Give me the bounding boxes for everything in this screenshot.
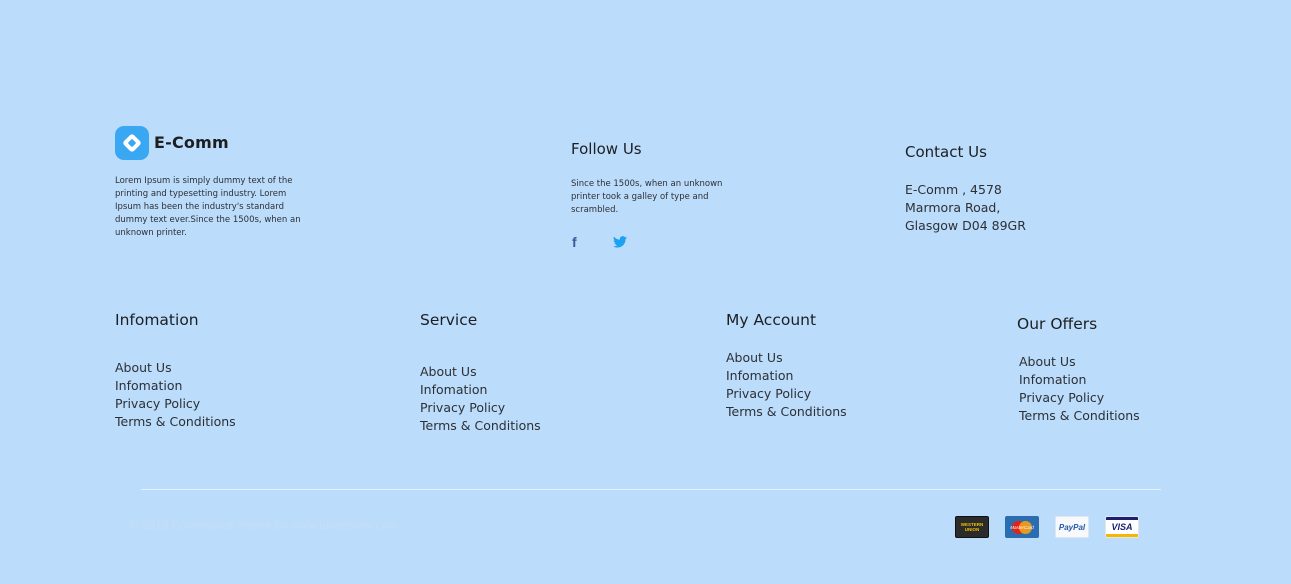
column-title-infomation: Infomation — [115, 311, 199, 329]
footer-link[interactable]: Infomation — [1019, 372, 1086, 387]
visa-label: VISA — [1111, 522, 1133, 532]
follow-us-text: Since the 1500s, when an unknown printer… — [571, 179, 723, 215]
footer-link[interactable]: Privacy Policy — [1019, 390, 1104, 405]
footer-link[interactable]: Terms & Conditions — [1019, 408, 1140, 423]
contact-line: E-Comm , 4578 — [905, 182, 1002, 197]
facebook-icon[interactable]: f — [572, 234, 577, 250]
contact-line: Glasgow D04 89GR — [905, 218, 1026, 233]
column-title-my-account: My Account — [726, 311, 817, 329]
mastercard-icon: MasterCard — [1005, 516, 1039, 538]
contact-us-title: Contact Us — [905, 143, 987, 161]
follow-us-title: Follow Us — [571, 140, 642, 158]
footer-link[interactable]: About Us — [726, 350, 783, 365]
paypal-label: PayPal — [1058, 522, 1086, 532]
column-title-service: Service — [420, 311, 478, 329]
footer-link[interactable]: Terms & Conditions — [726, 404, 847, 419]
footer-link[interactable]: Infomation — [726, 368, 793, 383]
footer-link[interactable]: Privacy Policy — [115, 396, 200, 411]
footer-link[interactable]: Terms & Conditions — [420, 418, 541, 433]
brand-description: Lorem Ipsum is simply dummy text of the … — [115, 176, 301, 238]
footer-link[interactable]: About Us — [115, 360, 172, 375]
western-union-icon: WESTERN UNION — [955, 516, 989, 538]
footer-link[interactable]: Infomation — [115, 378, 182, 393]
footer-link[interactable]: About Us — [420, 364, 477, 379]
twitter-icon[interactable] — [613, 236, 627, 248]
footer-link[interactable]: Privacy Policy — [420, 400, 505, 415]
footer-link[interactable]: Privacy Policy — [726, 386, 811, 401]
column-title-our-offers: Our Offers — [1017, 315, 1098, 333]
paypal-icon: PayPal — [1055, 516, 1089, 538]
mastercard-label: MasterCard — [1010, 524, 1034, 530]
footer-link[interactable]: About Us — [1019, 354, 1076, 369]
footer-link[interactable]: Terms & Conditions — [115, 414, 236, 429]
copyright-text: © 2018 Ecommerce theme by www.bisenbaev.… — [128, 520, 398, 532]
logo-icon[interactable] — [115, 126, 149, 160]
footer-link[interactable]: Infomation — [420, 382, 487, 397]
footer-divider — [141, 489, 1161, 490]
contact-line: Marmora Road, — [905, 200, 1001, 215]
western-union-label: WESTERN UNION — [960, 522, 984, 532]
brand-name: E-Comm — [154, 133, 229, 152]
visa-icon: VISA — [1105, 516, 1139, 538]
